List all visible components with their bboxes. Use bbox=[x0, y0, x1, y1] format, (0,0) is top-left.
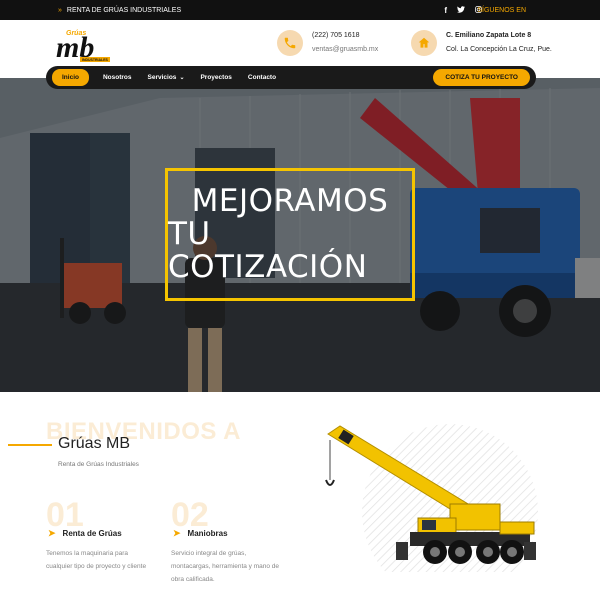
nav-item-proyectos[interactable]: Proyectos bbox=[200, 74, 231, 81]
crane-illustration bbox=[325, 424, 538, 572]
site-header: Grúas mb INDUSTRIALES (222) 705 1618 ven… bbox=[0, 20, 600, 68]
hero-headline-line-2: TU COTIZACIÓN bbox=[168, 216, 368, 285]
service-desc-maniobras: Servicio integral de grúas, montacargas,… bbox=[171, 547, 279, 586]
service-desc-maniobras-line-2: montacargas, herramienta y mano de bbox=[171, 563, 280, 570]
top-bar: » RENTA DE GRÚAS INDUSTRIALES f SÍGUENOS… bbox=[0, 0, 600, 20]
email-address[interactable]: ventas@gruasmb.mx bbox=[312, 46, 378, 53]
service-title-maniobras: ➤ Maniobras bbox=[173, 528, 228, 539]
nav-item-inicio[interactable]: Inicio bbox=[52, 69, 89, 86]
chevron-down-icon: ⌄ bbox=[179, 75, 185, 81]
gruas-mb-logo[interactable]: Grúas mb INDUSTRIALES bbox=[56, 26, 120, 64]
service-desc-renta-line-2: cualquier tipo de proyecto y cliente bbox=[46, 563, 147, 570]
twitter-icon[interactable] bbox=[457, 5, 465, 15]
welcome-subtitle: Renta de Grúas Industriales bbox=[58, 461, 139, 468]
service-title-renta-label: Renta de Grúas bbox=[62, 529, 122, 538]
phone-number[interactable]: (222) 705 1618 bbox=[312, 32, 378, 39]
nav-item-nosotros[interactable]: Nosotros bbox=[103, 74, 132, 81]
welcome-title: Grúas MB bbox=[58, 435, 131, 452]
hero-headline-frame: MEJORAMOS TU COTIZACIÓN bbox=[165, 168, 415, 301]
main-nav: Inicio Nosotros Servicios ⌄ Proyectos Con… bbox=[46, 66, 536, 89]
accent-line bbox=[8, 444, 52, 446]
service-title-maniobras-label: Maniobras bbox=[187, 529, 228, 538]
address-contact: C. Emiliano Zapata Lote 8 Col. La Concep… bbox=[411, 30, 552, 56]
svg-text:INDUSTRIALES: INDUSTRIALES bbox=[82, 58, 109, 62]
facebook-icon[interactable]: f bbox=[444, 6, 447, 15]
service-desc-maniobras-line-3: obra calificada. bbox=[171, 576, 215, 583]
service-desc-renta-line-1: Tenemos la maquinaria para bbox=[46, 550, 129, 557]
double-chevron-icon: » bbox=[58, 6, 62, 14]
address-line-1: C. Emiliano Zapata Lote 8 bbox=[446, 32, 532, 39]
nav-item-servicios[interactable]: Servicios ⌄ bbox=[148, 74, 185, 81]
phone-icon bbox=[277, 30, 303, 56]
cotiza-button[interactable]: COTIZA TU PROYECTO bbox=[433, 69, 530, 86]
service-desc-renta: Tenemos la maquinaria para cualquier tip… bbox=[46, 547, 146, 573]
service-title-renta: ➤ Renta de Grúas bbox=[48, 528, 122, 539]
follow-us-label: SÍGUENOS EN bbox=[477, 6, 526, 14]
home-icon bbox=[411, 30, 437, 56]
nav-item-contacto[interactable]: Contacto bbox=[248, 74, 276, 81]
social-links: f bbox=[444, 0, 482, 20]
phone-contact: (222) 705 1618 ventas@gruasmb.mx bbox=[277, 30, 378, 56]
hero-banner: MEJORAMOS TU COTIZACIÓN bbox=[0, 78, 600, 392]
service-desc-maniobras-line-1: Servicio integral de grúas, bbox=[171, 550, 247, 557]
nav-item-servicios-label: Servicios bbox=[147, 74, 177, 81]
address-line-2: Col. La Concepción La Cruz, Pue. bbox=[446, 46, 552, 53]
hero-headline-line-1: MEJORAMOS bbox=[191, 183, 389, 219]
location-arrow-icon: ➤ bbox=[48, 528, 56, 538]
top-bar-tagline: RENTA DE GRÚAS INDUSTRIALES bbox=[66, 6, 182, 14]
location-arrow-icon: ➤ bbox=[173, 528, 181, 538]
